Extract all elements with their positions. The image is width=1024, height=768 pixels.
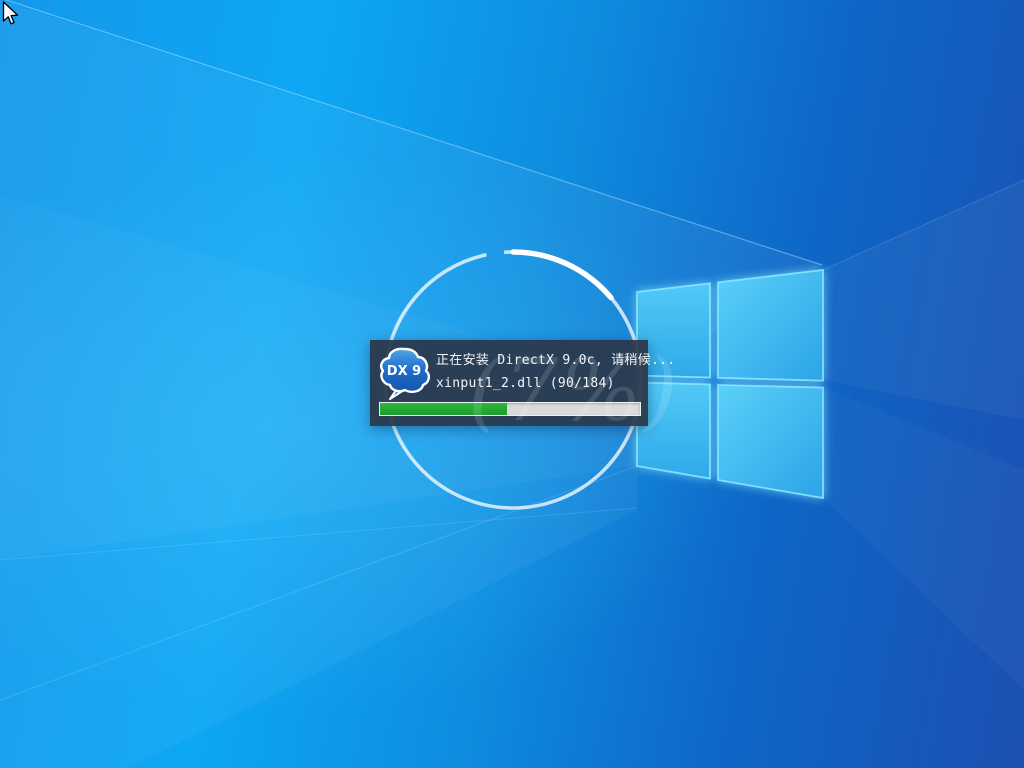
windows-logo-pane-top-right — [718, 270, 823, 381]
dx9-logo-label: DX 9 — [387, 364, 421, 379]
progress-fill — [380, 403, 507, 415]
desktop-wallpaper: DX 9 正在安装 DirectX 9.0c, 请稍候... xinput1_2… — [0, 0, 1024, 768]
windows-logo — [637, 270, 823, 498]
dx9-logo-icon: DX 9 — [377, 344, 431, 400]
status-text: 正在安装 DirectX 9.0c, 请稍候... — [436, 349, 675, 368]
windows-logo-pane-bottom-right — [718, 385, 823, 498]
file-progress-text: xinput1_2.dll (90/184) — [436, 376, 615, 391]
progress-bar — [379, 402, 641, 416]
installer-dialog: DX 9 正在安装 DirectX 9.0c, 请稍候... xinput1_2… — [370, 340, 648, 426]
arrow-cursor-icon — [2, 1, 22, 27]
